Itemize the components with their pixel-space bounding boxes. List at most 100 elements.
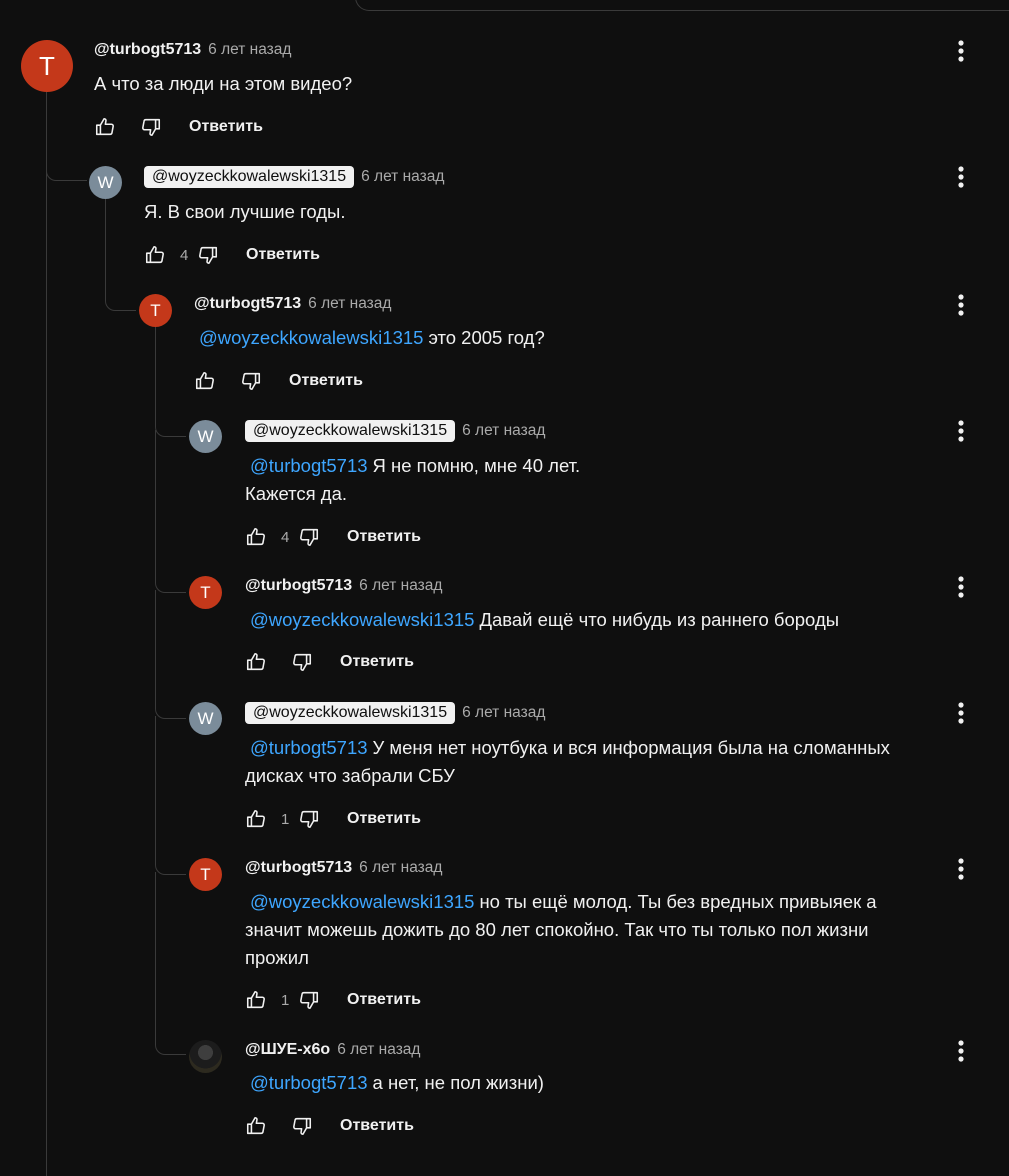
comment-time[interactable]: 6 лет назад — [337, 1041, 420, 1059]
thumbs-up-icon[interactable] — [244, 1114, 268, 1138]
thumbs-down-icon[interactable] — [297, 988, 321, 1012]
thumbs-up-icon[interactable] — [244, 807, 268, 831]
reply-button[interactable]: Ответить — [340, 653, 414, 671]
comment-header: @woyzeckkowalewski1315 6 лет назад — [144, 166, 444, 188]
comment-text: @woyzeckkowalewski1315 но ты ещё молод. Т… — [245, 888, 877, 972]
avatar[interactable]: W — [189, 702, 222, 735]
author-name[interactable]: @turbogt5713 — [245, 577, 352, 595]
reply-button[interactable]: Ответить — [246, 246, 320, 264]
comment-actions: Ответить — [244, 648, 414, 676]
comment-header: @turbogt5713 6 лет назад — [245, 577, 442, 595]
thumbs-down-icon[interactable] — [297, 807, 321, 831]
reply-button[interactable]: Ответить — [347, 991, 421, 1009]
author-name[interactable]: @woyzeckkowalewski1315 — [245, 702, 456, 724]
author-name[interactable]: @turbogt5713 — [194, 295, 301, 313]
comment-text-line: дисках что забрали СБУ — [245, 765, 455, 786]
comment-header: @ШУЕ-х6о 6 лет назад — [245, 1041, 420, 1059]
thumbs-down-icon[interactable] — [196, 243, 220, 267]
mention-link[interactable]: @turbogt5713 — [250, 737, 368, 758]
comment-time[interactable]: 6 лет назад — [308, 295, 391, 313]
comment-actions: 1 Ответить — [244, 805, 421, 833]
thumbs-up-icon[interactable] — [244, 650, 268, 674]
comment-text-line: Кажется да. — [245, 483, 348, 504]
author-name[interactable]: @woyzeckkowalewski1315 — [245, 420, 456, 442]
avatar[interactable]: W — [189, 420, 222, 453]
comment-actions: 4 Ответить — [143, 241, 320, 269]
comment-text-line: Я не помню, мне 40 лет. — [372, 455, 581, 476]
like-count: 1 — [281, 810, 290, 828]
comment-header: @turbogt5713 6 лет назад — [94, 41, 291, 59]
reply-button[interactable]: Ответить — [340, 1117, 414, 1135]
thread-elbow-5 — [155, 590, 186, 719]
comment-actions: 4 Ответить — [244, 523, 421, 551]
avatar[interactable] — [189, 1040, 222, 1073]
thread-elbow-6 — [155, 716, 186, 875]
thumbs-down-icon[interactable] — [139, 115, 163, 139]
comment-header: @woyzeckkowalewski1315 6 лет назад — [245, 702, 545, 724]
comment-text: @turbogt5713 У меня нет ноутбука и вся ин… — [245, 734, 890, 790]
thread-elbow-2 — [105, 278, 136, 311]
comment-text: А что за люди на этом видео? — [94, 70, 352, 98]
more-vertical-icon[interactable] — [949, 575, 973, 599]
comment-time[interactable]: 6 лет назад — [462, 422, 545, 440]
thread-elbow-7 — [155, 872, 186, 1055]
comment-actions: Ответить — [93, 113, 263, 141]
mention-link[interactable]: @woyzeckkowalewski1315 — [250, 609, 474, 630]
thumbs-up-icon[interactable] — [244, 525, 268, 549]
comment-header: @turbogt5713 6 лет назад — [245, 859, 442, 877]
reply-button[interactable]: Ответить — [189, 118, 263, 136]
more-vertical-icon[interactable] — [949, 165, 973, 189]
thumbs-up-icon[interactable] — [93, 115, 117, 139]
thumbs-down-icon[interactable] — [290, 1114, 314, 1138]
thumbs-down-icon[interactable] — [290, 650, 314, 674]
author-name[interactable]: @ШУЕ-х6о — [245, 1041, 330, 1059]
thread-elbow-1 — [46, 150, 87, 181]
more-vertical-icon[interactable] — [949, 293, 973, 317]
comment-text-line: а нет, не пол жизни) — [372, 1072, 544, 1093]
author-name[interactable]: @turbogt5713 — [94, 41, 201, 59]
thumbs-up-icon[interactable] — [193, 369, 217, 393]
mention-link[interactable]: @woyzeckkowalewski1315 — [250, 891, 474, 912]
more-vertical-icon[interactable] — [949, 857, 973, 881]
thread-line-root — [46, 92, 47, 1176]
thumbs-up-icon[interactable] — [244, 988, 268, 1012]
mention-link[interactable]: @turbogt5713 — [250, 455, 368, 476]
thumbs-down-icon[interactable] — [297, 525, 321, 549]
comment-text-line: значит можешь дожить до 80 лет спокойно.… — [245, 919, 869, 940]
thread-elbow-4 — [155, 430, 186, 593]
comment-text-line: У меня нет ноутбука и вся информация был… — [372, 737, 890, 758]
thread-connector-top — [355, 0, 1009, 11]
thumbs-up-icon[interactable] — [143, 243, 167, 267]
avatar[interactable]: W — [89, 166, 122, 199]
comment-text: @woyzeckkowalewski1315 Давай ещё что нибу… — [245, 606, 839, 634]
comment-header: @turbogt5713 6 лет назад — [194, 295, 391, 313]
comment-text-line: Давай ещё что нибудь из раннего бороды — [479, 609, 840, 630]
mention-link[interactable]: @turbogt5713 — [250, 1072, 368, 1093]
comment-text-line: А что за люди на этом видео? — [94, 73, 353, 94]
comment-actions: Ответить — [193, 367, 363, 395]
thumbs-down-icon[interactable] — [239, 369, 263, 393]
comment-time[interactable]: 6 лет назад — [359, 577, 442, 595]
comment-time[interactable]: 6 лет назад — [361, 168, 444, 186]
comment-text-line: но ты ещё молод. Ты без вредных привыяек… — [479, 891, 877, 912]
comment-time[interactable]: 6 лет назад — [208, 41, 291, 59]
more-vertical-icon[interactable] — [949, 419, 973, 443]
author-name[interactable]: @turbogt5713 — [245, 859, 352, 877]
avatar[interactable]: T — [21, 40, 73, 92]
comment-time[interactable]: 6 лет назад — [462, 704, 545, 722]
avatar[interactable]: T — [139, 294, 172, 327]
comment-text: @woyzeckkowalewski1315 это 2005 год? — [194, 324, 545, 352]
comment-time[interactable]: 6 лет назад — [359, 859, 442, 877]
more-vertical-icon[interactable] — [949, 701, 973, 725]
reply-button[interactable]: Ответить — [289, 372, 363, 390]
comment-text: @turbogt5713 Я не помню, мне 40 лет. Каже… — [245, 452, 580, 508]
author-name[interactable]: @woyzeckkowalewski1315 — [144, 166, 355, 188]
comment-text-line: прожил — [245, 947, 309, 968]
mention-link[interactable]: @woyzeckkowalewski1315 — [199, 327, 423, 348]
reply-button[interactable]: Ответить — [347, 528, 421, 546]
avatar[interactable]: T — [189, 858, 222, 891]
more-vertical-icon[interactable] — [949, 39, 973, 63]
avatar[interactable]: T — [189, 576, 222, 609]
reply-button[interactable]: Ответить — [347, 810, 421, 828]
more-vertical-icon[interactable] — [949, 1039, 973, 1063]
